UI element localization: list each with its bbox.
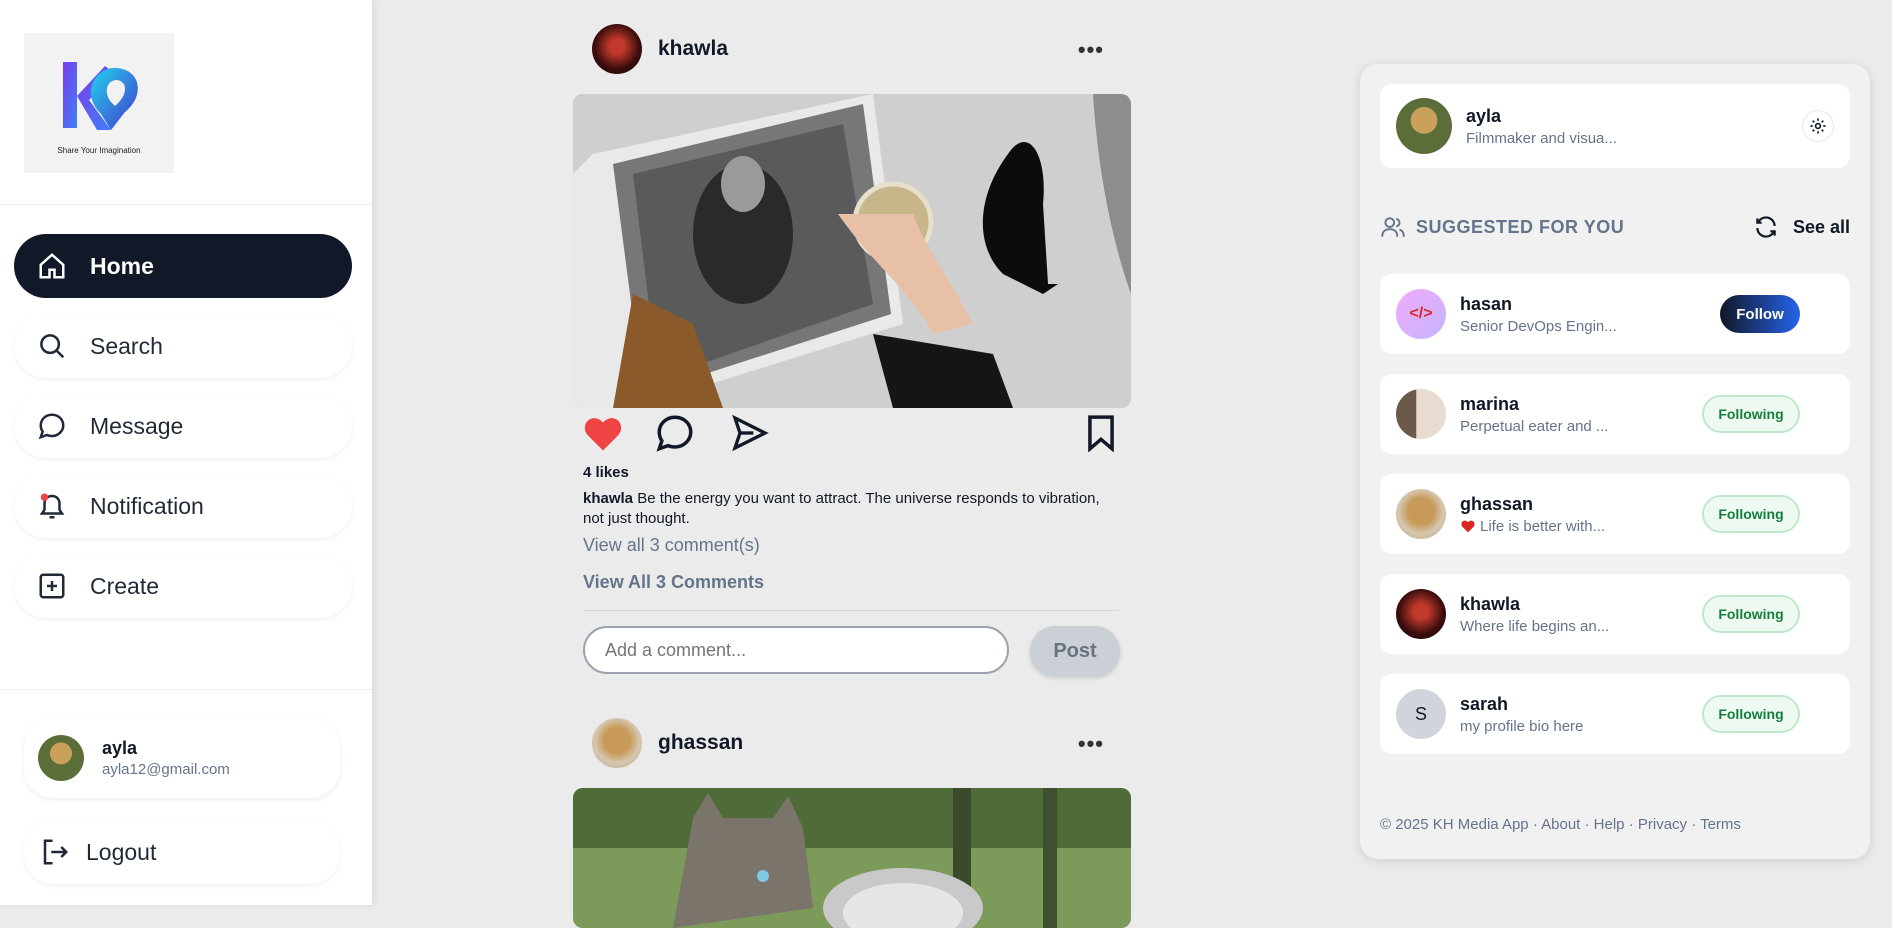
- kh-logo-icon: [63, 61, 138, 130]
- divider: [0, 204, 372, 205]
- nav-notification[interactable]: Notification: [14, 474, 352, 538]
- sidebar: Share Your Imagination Home Search Messa…: [0, 0, 372, 905]
- avatar[interactable]: [592, 718, 642, 768]
- avatar: [1396, 389, 1446, 439]
- logout-icon: [40, 837, 70, 867]
- footer-links[interactable]: © 2025 KH Media App · About · Help · Pri…: [1380, 816, 1741, 833]
- view-comments-link[interactable]: View all 3 comment(s): [583, 535, 760, 556]
- plus-square-icon: [36, 570, 68, 602]
- post-image[interactable]: [573, 788, 1131, 928]
- heart-icon: [1460, 519, 1476, 533]
- nav-home-label: Home: [90, 252, 154, 279]
- post-caption: khawla Be the energy you want to attract…: [583, 489, 1103, 529]
- suggestion-bio: Where life begins an...: [1460, 617, 1610, 635]
- suggestion-name: sarah: [1460, 693, 1509, 714]
- suggestion-name: ghassan: [1460, 493, 1534, 514]
- users-icon: [1380, 214, 1406, 240]
- post-header: khawla •••: [592, 23, 1112, 75]
- suggestion-bio: Perpetual eater and ...: [1460, 417, 1609, 435]
- suggestion-name: khawla: [1460, 593, 1521, 614]
- divider: [583, 610, 1119, 611]
- suggestion-bio: Senior DevOps Engin...: [1460, 317, 1617, 335]
- avatar: [1396, 489, 1446, 539]
- nav-create-label: Create: [90, 572, 160, 599]
- suggestion-bio: my profile bio here: [1460, 717, 1584, 735]
- view-all-comments-link[interactable]: View All 3 Comments: [583, 572, 764, 593]
- nav-search-label: Search: [90, 332, 163, 359]
- suggestion-bio-row: Life is better with...: [1460, 518, 1630, 535]
- post-author[interactable]: ghassan: [658, 731, 743, 755]
- post-comment-button[interactable]: Post: [1030, 626, 1120, 676]
- suggested-header: SUGGESTED FOR YOU: [1380, 214, 1624, 240]
- current-user-email: ayla12@gmail.com: [102, 761, 230, 778]
- like-icon[interactable]: [582, 413, 624, 453]
- avatar: [1396, 589, 1446, 639]
- suggested-title: SUGGESTED FOR YOU: [1416, 216, 1625, 237]
- suggestion-name: hasan: [1460, 293, 1513, 314]
- more-options-icon[interactable]: •••: [1078, 731, 1104, 757]
- avatar: [1396, 98, 1452, 154]
- suggestion-bio: Life is better with...: [1480, 517, 1606, 535]
- following-button[interactable]: Following: [1702, 695, 1800, 733]
- divider: [0, 689, 372, 690]
- suggestion-name: marina: [1460, 393, 1520, 414]
- logout-button[interactable]: Logout: [24, 820, 340, 884]
- avatar: </>: [1396, 289, 1446, 339]
- profile-bio: Filmmaker and visua...: [1466, 129, 1617, 147]
- following-button[interactable]: Following: [1702, 595, 1800, 633]
- home-icon: [36, 250, 68, 282]
- nav-create[interactable]: Create: [14, 554, 352, 618]
- bookmark-icon[interactable]: [1084, 414, 1118, 452]
- current-user-name: ayla: [102, 738, 138, 758]
- profile-name: ayla: [1466, 105, 1502, 126]
- post-actions: [582, 412, 770, 454]
- see-all-label: See all: [1792, 216, 1850, 237]
- avatar: [38, 735, 84, 781]
- logout-label: Logout: [86, 838, 157, 865]
- post-author[interactable]: khawla: [658, 37, 728, 61]
- nav-home[interactable]: Home: [14, 234, 352, 298]
- message-icon: [36, 410, 68, 442]
- caption-text: Be the energy you want to attract. The u…: [583, 490, 1100, 527]
- nav-message-label: Message: [90, 412, 184, 439]
- current-user-card[interactable]: ayla ayla12@gmail.com: [24, 718, 340, 798]
- nav-message[interactable]: Message: [14, 394, 352, 458]
- refresh-icon[interactable]: [1753, 214, 1779, 240]
- comment-icon[interactable]: [654, 412, 696, 454]
- code-icon: </>: [1409, 305, 1433, 322]
- right-panel: ayla Filmmaker and visua... SUGGESTED FO…: [1360, 64, 1870, 859]
- profile-card[interactable]: ayla Filmmaker and visua...: [1380, 84, 1850, 168]
- suggestion-card[interactable]: </> hasan Senior DevOps Engin... Follow: [1380, 274, 1850, 354]
- search-icon: [36, 330, 68, 362]
- suggestion-card[interactable]: S sarah my profile bio here Following: [1380, 674, 1850, 754]
- nav-search[interactable]: Search: [14, 314, 352, 378]
- post-header: ghassan •••: [592, 717, 1112, 769]
- avatar: S: [1396, 689, 1446, 739]
- following-button[interactable]: Following: [1702, 395, 1800, 433]
- comment-input[interactable]: [583, 626, 1009, 674]
- see-all-link[interactable]: See all: [1753, 214, 1850, 240]
- following-button[interactable]: Following: [1702, 495, 1800, 533]
- gear-icon[interactable]: [1802, 110, 1834, 142]
- more-options-icon[interactable]: •••: [1078, 37, 1104, 63]
- share-icon[interactable]: [730, 413, 770, 453]
- follow-button[interactable]: Follow: [1720, 295, 1800, 333]
- likes-count[interactable]: 4 likes: [583, 464, 629, 481]
- suggestion-card[interactable]: marina Perpetual eater and ... Following: [1380, 374, 1850, 454]
- suggestion-card[interactable]: ghassan Life is better with... Following: [1380, 474, 1850, 554]
- suggestion-card[interactable]: khawla Where life begins an... Following: [1380, 574, 1850, 654]
- caption-author[interactable]: khawla: [583, 490, 633, 507]
- bell-icon: [36, 490, 68, 522]
- app-logo[interactable]: Share Your Imagination: [24, 33, 174, 173]
- nav-notification-label: Notification: [90, 492, 204, 519]
- logo-tagline: Share Your Imagination: [57, 145, 141, 155]
- post-image[interactable]: [573, 94, 1131, 408]
- avatar[interactable]: [592, 24, 642, 74]
